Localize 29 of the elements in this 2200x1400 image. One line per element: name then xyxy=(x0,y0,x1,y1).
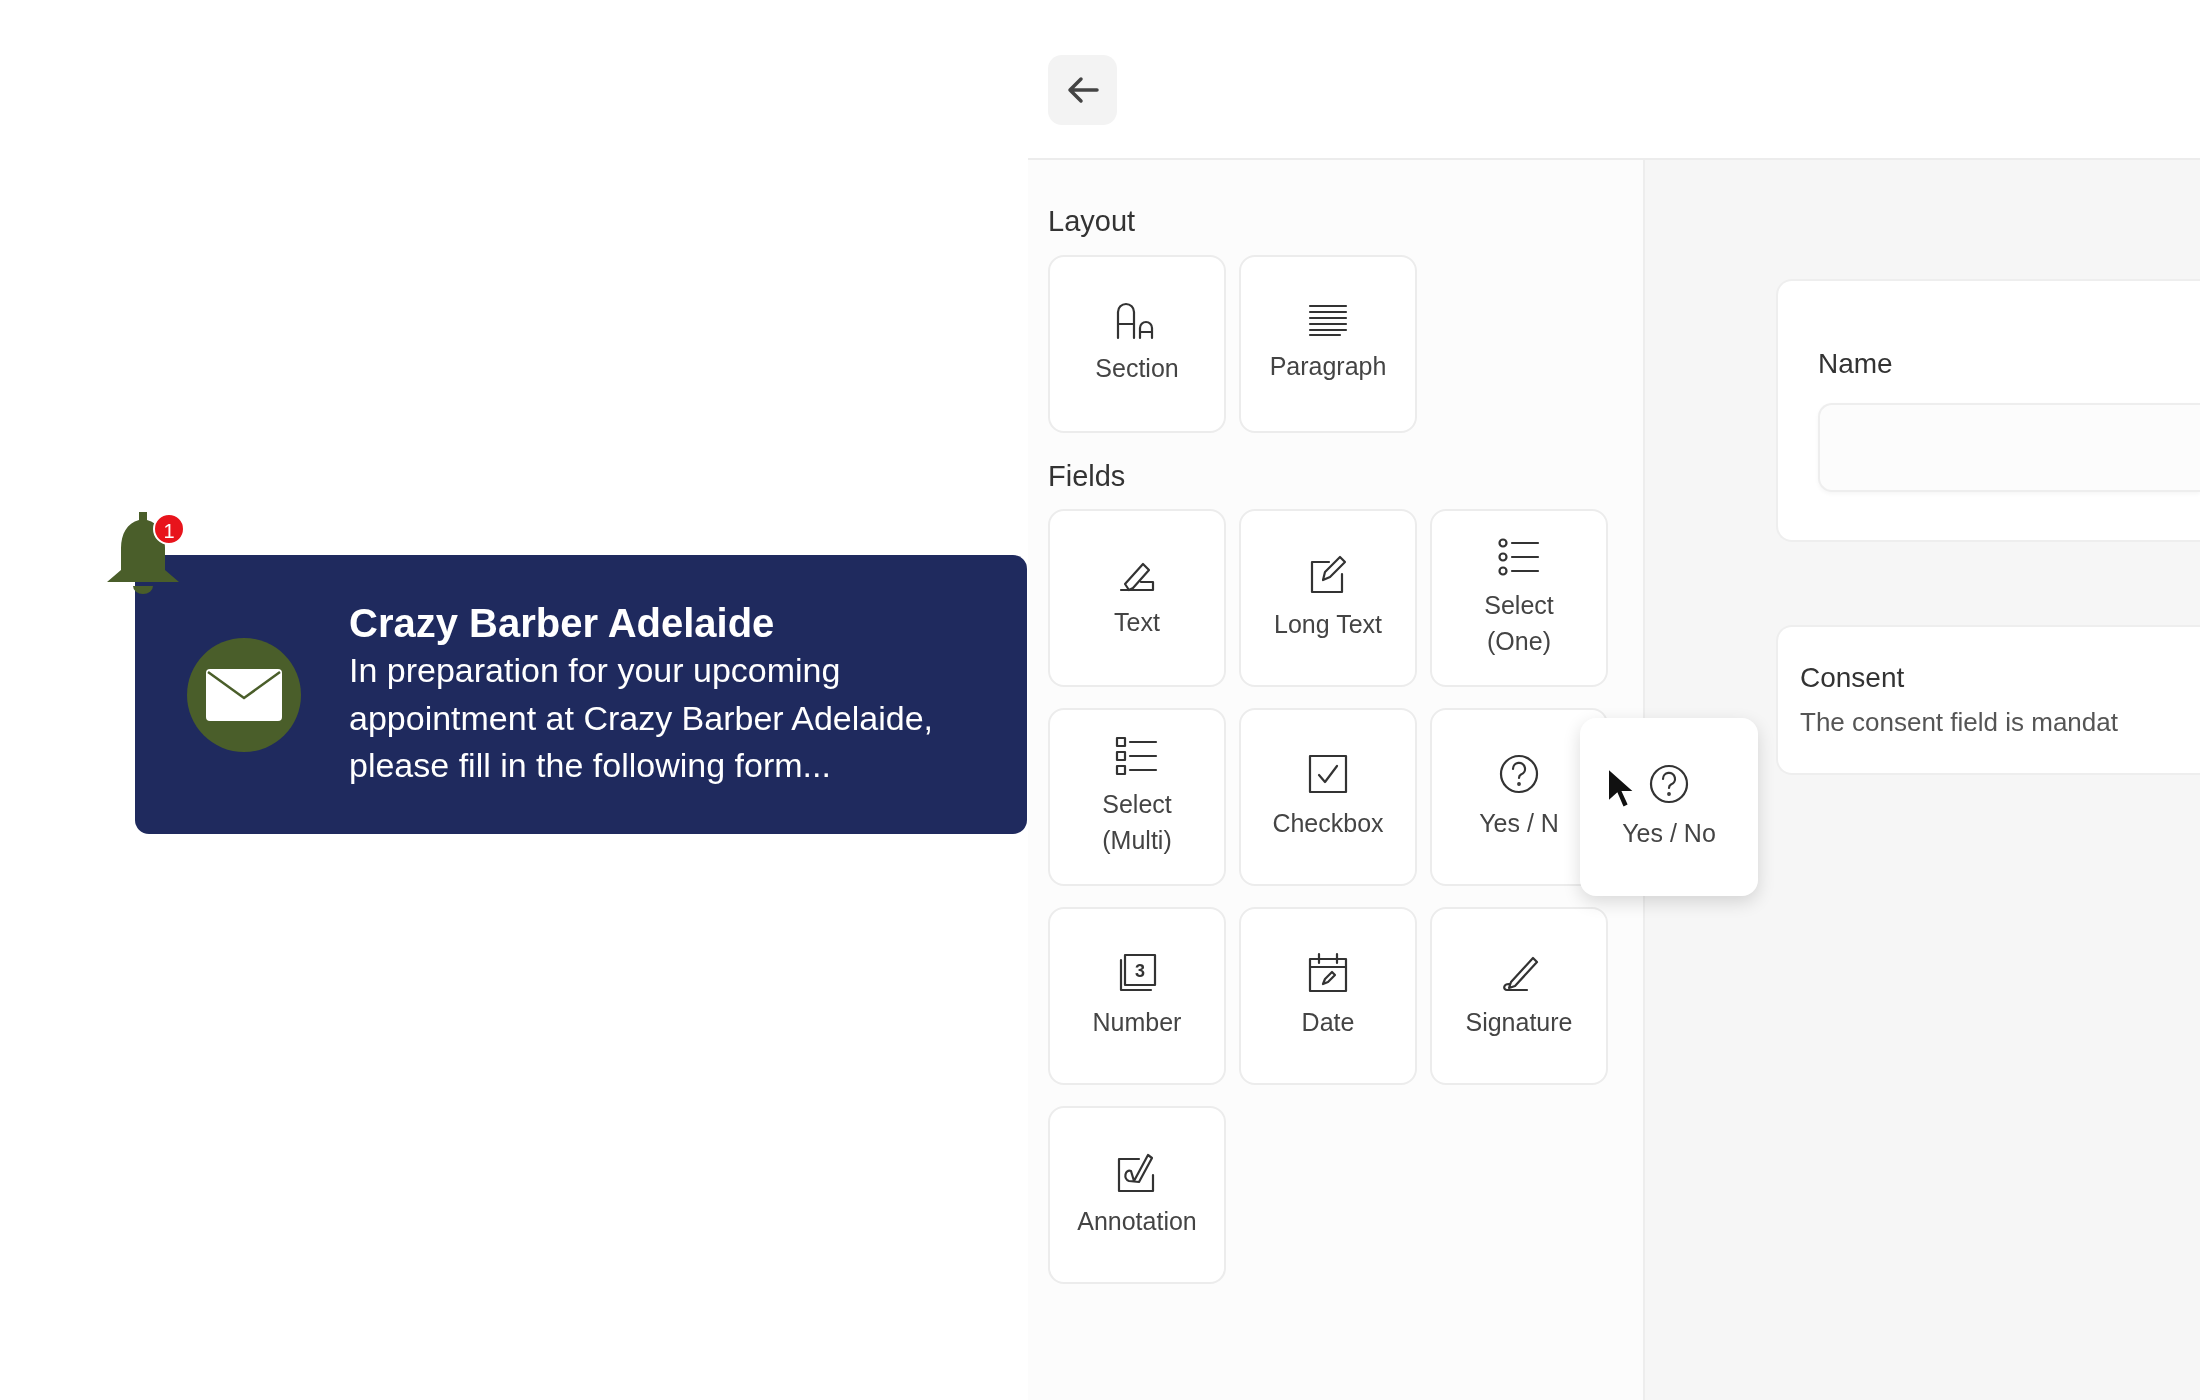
checkbox-icon xyxy=(1307,752,1349,795)
list-icon xyxy=(1115,735,1159,776)
field-type-tile[interactable]: Paragraph xyxy=(1239,254,1417,433)
arrow-left-icon xyxy=(1066,76,1099,104)
calendar-icon xyxy=(1307,951,1349,994)
list-icon xyxy=(1497,536,1541,577)
field-type-tile[interactable]: Signature xyxy=(1430,907,1608,1085)
field-type-tile[interactable]: Long Text xyxy=(1239,509,1417,687)
field-type-tile[interactable]: Yes / No xyxy=(1580,718,1758,896)
back-button[interactable] xyxy=(1048,55,1117,125)
field-type-tile[interactable]: Select (One) xyxy=(1430,509,1608,687)
question-circle-icon xyxy=(1498,752,1540,795)
field-type-tile[interactable]: Section xyxy=(1048,254,1226,433)
notification-title: Crazy Barber Adelaide xyxy=(349,600,776,648)
field-type-tile[interactable]: Annotation xyxy=(1048,1106,1226,1284)
notification-count: 1 xyxy=(153,513,185,545)
field-label: Name xyxy=(1818,347,1894,381)
question-circle-icon xyxy=(1648,762,1690,805)
field-type-tile[interactable]: Checkbox xyxy=(1239,708,1417,886)
section-heading: Layout xyxy=(1048,204,1137,239)
field-type-tile[interactable]: Select (Multi) xyxy=(1048,708,1226,886)
paragraph-lines-icon xyxy=(1307,302,1349,339)
field-type-tile[interactable]: Date xyxy=(1239,907,1417,1085)
field-description: The consent field is mandat xyxy=(1800,706,2119,739)
notification-message: In preparation for your upcoming appointment at Crazy Barber Adelaide, please fill in the following form... xyxy=(349,650,934,787)
section-heading: Fields xyxy=(1048,458,1127,494)
field-type-tile[interactable]: Text xyxy=(1048,509,1226,687)
field-label: Consent xyxy=(1800,661,1906,695)
field-type-tile[interactable]: 3 Number xyxy=(1048,907,1226,1085)
